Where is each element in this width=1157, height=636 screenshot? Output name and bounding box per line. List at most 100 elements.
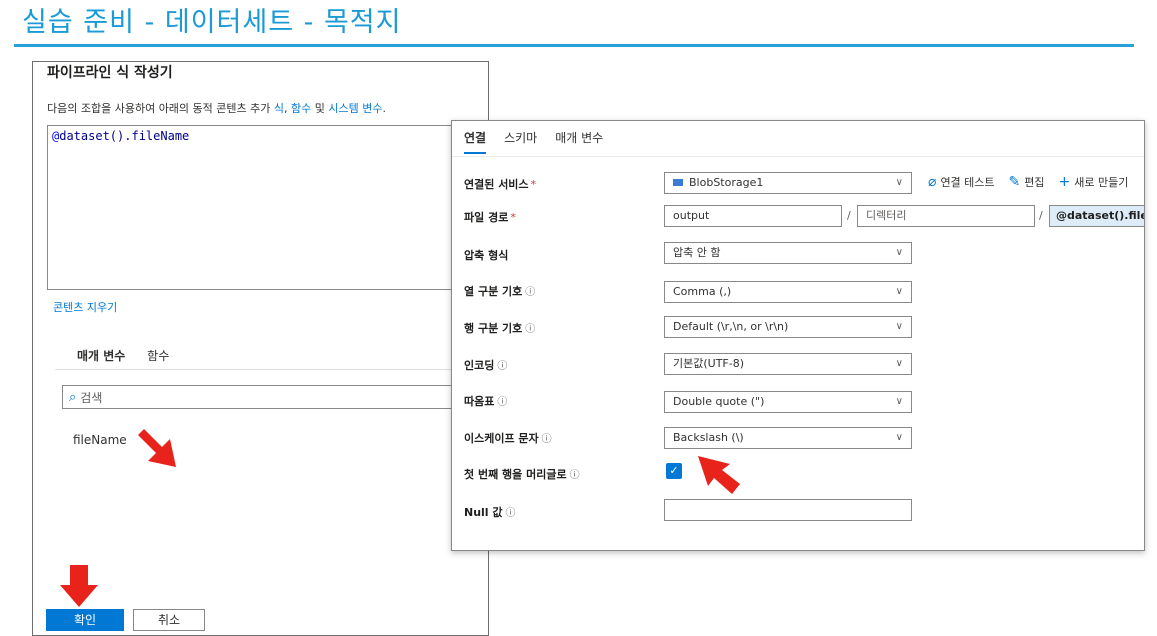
first-row-header-label: 첫 번째 행을 머리글로 ⓘ [464,466,580,482]
tab-functions[interactable]: 함수 [147,349,169,363]
info-icon[interactable]: ⓘ [497,361,507,372]
expr-text: dataset().fileName [59,129,190,143]
file-name-input[interactable]: @dataset().fileName [1049,205,1144,227]
action-label: 연결 테스트 [940,176,995,189]
label-text: 연결된 서비스 [464,178,529,191]
builder-title: 파이프라인 식 작성기 [47,65,173,81]
select-value: Default (\r,\n, or \r\n) [673,320,789,333]
quote-char-label: 따옴표 ⓘ [464,393,507,409]
tab-schema[interactable]: 스키마 [504,129,537,154]
label-text: 첫 번째 행을 머리글로 [464,468,567,481]
functions-link[interactable]: 함수 [291,102,311,115]
tab-divider [55,369,485,370]
red-arrow-icon [138,429,176,467]
action-label: 새로 만들기 [1074,176,1129,189]
expression-editor[interactable]: @dataset().fileName [47,125,473,290]
path-separator: / [847,209,851,222]
select-value: Backslash (\) [673,431,744,444]
encoding-select[interactable]: 기본값(UTF-8) ∨ [664,353,912,375]
chevron-down-icon: ∨ [895,396,903,407]
quote-char-select[interactable]: Double quote (") ∨ [664,391,912,413]
null-value-input[interactable] [664,499,912,521]
tabs-divider [452,156,1144,157]
escape-char-select[interactable]: Backslash (\) ∨ [664,427,912,449]
label-text: Null 값 [464,506,503,519]
test-connection-button[interactable]: ⌀ 연결 테스트 [928,174,995,190]
desc-and: 및 [311,102,329,115]
ok-button[interactable]: 확인 [46,609,124,631]
desc-text: 다음의 조합을 사용하여 아래의 동적 콘텐츠 추가 [47,102,274,115]
label-text: 열 구분 기호 [464,285,523,298]
system-variables-link[interactable]: 시스템 변수 [328,102,382,115]
title-underline [14,44,1134,47]
dataset-connection-panel: 연결 스키마 매개 변수 연결된 서비스 * BlobStorage1 ∨ ⌀ 연결… [451,120,1145,551]
select-value: Comma (,) [673,285,732,298]
chevron-down-icon: ∨ [895,432,903,443]
escape-char-label: 이스케이프 문자 ⓘ [464,430,552,446]
desc-sep: , [284,102,291,115]
tab-parameters[interactable]: 매개 변수 [77,349,125,363]
required-mark: * [530,178,537,191]
search-icon: ⌕ [69,389,77,405]
null-value-label: Null 값 ⓘ [464,504,516,520]
chevron-down-icon: ∨ [895,247,903,258]
connection-tabs: 연결 스키마 매개 변수 [464,129,603,154]
pencil-icon: ✎ [1008,174,1021,190]
expressions-link[interactable]: 식 [274,102,284,115]
select-value: BlobStorage1 [689,176,764,189]
plus-icon: + [1058,174,1071,190]
red-arrow-icon [60,565,98,607]
info-icon[interactable]: ⓘ [506,508,516,519]
storage-icon [673,178,683,186]
linked-service-label: 연결된 서비스 * [464,176,536,192]
label-text: 행 구분 기호 [464,322,523,335]
tab-parameters[interactable]: 매개 변수 [555,129,603,154]
label-text: 따옴표 [464,395,495,408]
info-icon[interactable]: ⓘ [525,287,535,298]
red-arrow-icon [698,456,740,494]
action-label: 편집 [1024,176,1045,189]
info-icon[interactable]: ⓘ [497,397,507,408]
chevron-down-icon: ∨ [895,321,903,332]
info-icon[interactable]: ⓘ [542,434,552,445]
column-delimiter-label: 열 구분 기호 ⓘ [464,283,535,299]
tab-connection[interactable]: 연결 [464,129,487,154]
row-delimiter-label: 행 구분 기호 ⓘ [464,320,535,336]
chevron-down-icon: ∨ [895,177,903,188]
cancel-button[interactable]: 취소 [133,609,205,631]
desc-end: . [382,102,386,115]
first-row-header-checkbox[interactable]: ✓ [666,463,682,479]
select-value: Double quote (") [673,395,765,408]
slide-title: 실습 준비 - 데이터세트 - 목적지 [22,7,402,38]
compression-label: 압축 형식 [464,249,509,262]
info-icon[interactable]: ⓘ [525,324,535,335]
select-value: 압축 안 함 [673,246,721,259]
clear-contents-link[interactable]: 콘텐츠 지우기 [53,299,117,315]
parameter-item-filename[interactable]: fileName [73,433,127,447]
container-input[interactable]: output [664,205,842,227]
path-separator: / [1039,209,1043,222]
compression-select[interactable]: 압축 안 함 ∨ [664,242,912,264]
builder-description: 다음의 조합을 사용하여 아래의 동적 콘텐츠 추가 식, 함수 및 시스템 변… [47,100,386,116]
builder-tabs: 매개 변수 함수 [77,347,187,364]
parameter-search-input[interactable]: ⌕ 검색 [62,385,487,409]
new-button[interactable]: + 새로 만들기 [1059,174,1129,190]
chevron-down-icon: ∨ [895,358,903,369]
plug-icon: ⌀ [928,174,937,190]
directory-input[interactable]: 디렉터리 [857,205,1035,227]
label-text: 인코딩 [464,359,495,372]
edit-button[interactable]: ✎ 편집 [1009,174,1045,190]
linked-service-actions: ⌀ 연결 테스트 ✎ 편집 + 새로 만들기 [928,174,1128,190]
chevron-down-icon: ∨ [895,286,903,297]
linked-service-select[interactable]: BlobStorage1 ∨ [664,172,912,194]
expression-builder-panel: 파이프라인 식 작성기 다음의 조합을 사용하여 아래의 동적 콘텐츠 추가 식… [32,61,489,636]
encoding-label: 인코딩 ⓘ [464,357,507,373]
label-text: 파일 경로 [464,211,509,224]
required-mark: * [510,211,516,224]
label-text: 이스케이프 문자 [464,432,539,445]
column-delimiter-select[interactable]: Comma (,) ∨ [664,281,912,303]
info-icon[interactable]: ⓘ [570,470,580,481]
row-delimiter-select[interactable]: Default (\r,\n, or \r\n) ∨ [664,316,912,338]
search-placeholder: 검색 [80,390,103,405]
file-path-label: 파일 경로 * [464,209,516,225]
